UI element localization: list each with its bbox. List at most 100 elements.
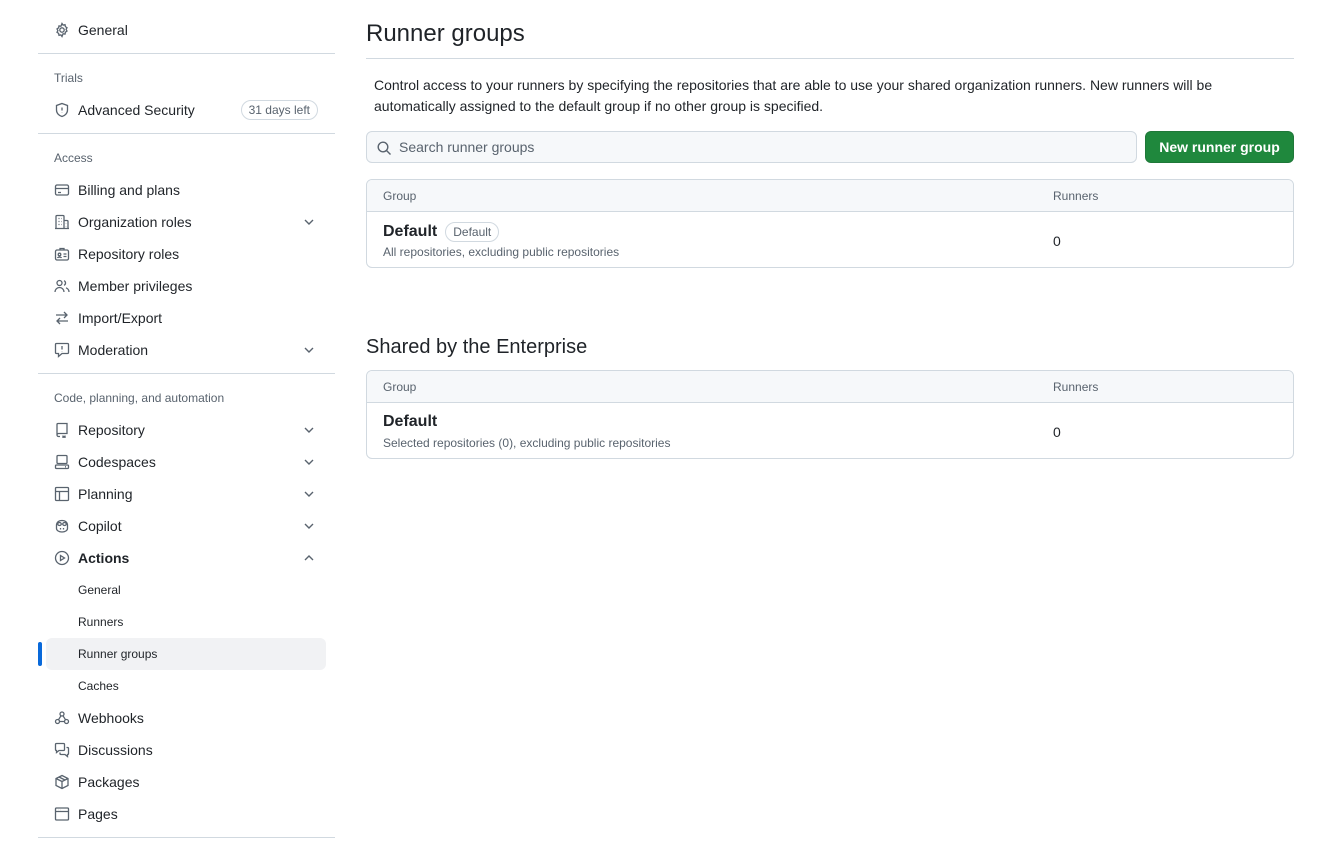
sidebar-item-label: Actions bbox=[78, 550, 130, 566]
section-label-code: Code, planning, and automation bbox=[54, 391, 225, 405]
chevron-down-icon[interactable] bbox=[301, 422, 317, 438]
copilot-icon bbox=[54, 518, 70, 534]
sidebar-item-label: Discussions bbox=[78, 742, 153, 758]
arrow-switch-icon bbox=[54, 310, 70, 326]
column-header-runners: Runners bbox=[1053, 189, 1099, 203]
package-icon bbox=[54, 774, 70, 790]
table-header: Group Runners bbox=[367, 180, 1293, 212]
id-badge-icon bbox=[54, 246, 70, 262]
gear-icon bbox=[54, 22, 70, 38]
people-icon bbox=[54, 278, 70, 294]
webhook-icon bbox=[54, 710, 70, 726]
chevron-down-icon[interactable] bbox=[301, 342, 317, 358]
divider bbox=[38, 53, 335, 54]
search-box bbox=[366, 131, 1137, 163]
page-title: Runner groups bbox=[366, 0, 1294, 59]
active-indicator bbox=[38, 642, 42, 666]
play-icon bbox=[54, 550, 70, 566]
codespaces-icon bbox=[54, 454, 70, 470]
sidebar-item-planning[interactable]: Planning bbox=[38, 478, 335, 510]
sidebar-subitem-runners[interactable]: Runners bbox=[38, 606, 335, 638]
shield-icon bbox=[54, 102, 70, 118]
sidebar-item-label: Pages bbox=[78, 806, 118, 822]
table-header: Group Runners bbox=[367, 371, 1293, 403]
table-row[interactable]: Default Default All repositories, exclud… bbox=[367, 212, 1293, 267]
search-icon bbox=[377, 141, 391, 155]
sidebar-item-import-export[interactable]: Import/Export bbox=[38, 302, 335, 334]
sidebar-item-advanced-security[interactable]: Advanced Security 31 days left bbox=[38, 94, 335, 126]
divider bbox=[38, 837, 335, 838]
sidebar-item-label: Import/Export bbox=[78, 310, 163, 326]
chevron-up-icon[interactable] bbox=[301, 550, 317, 566]
section-label-access: Access bbox=[54, 151, 93, 165]
sidebar-item-organization-roles[interactable]: Organization roles bbox=[38, 206, 335, 238]
trial-days-badge: 31 days left bbox=[240, 100, 318, 120]
sidebar-item-pages[interactable]: Pages bbox=[38, 798, 335, 830]
sidebar-item-packages[interactable]: Packages bbox=[38, 766, 335, 798]
sidebar-item-codespaces[interactable]: Codespaces bbox=[38, 446, 335, 478]
divider bbox=[38, 133, 335, 134]
new-runner-group-button[interactable]: New runner group bbox=[1145, 131, 1294, 163]
sidebar-item-moderation[interactable]: Moderation bbox=[38, 334, 335, 366]
sidebar-item-label: Planning bbox=[78, 486, 133, 502]
shared-runner-groups-table: Group Runners Default Selected repositor… bbox=[366, 370, 1294, 459]
runner-count: 0 bbox=[1053, 233, 1061, 249]
shared-section-title: Shared by the Enterprise bbox=[366, 336, 588, 358]
group-name-link[interactable]: Default bbox=[383, 223, 437, 241]
main-content: Runner groups Control access to your run… bbox=[366, 0, 1294, 459]
section-label-trials: Trials bbox=[54, 71, 83, 85]
sidebar-subitem-label: General bbox=[78, 583, 121, 597]
divider bbox=[38, 373, 335, 374]
sidebar-item-label: Member privileges bbox=[78, 278, 193, 294]
sidebar-item-billing[interactable]: Billing and plans bbox=[38, 174, 335, 206]
organization-icon bbox=[54, 214, 70, 230]
chevron-down-icon[interactable] bbox=[301, 454, 317, 470]
chevron-down-icon[interactable] bbox=[301, 486, 317, 502]
browser-icon bbox=[54, 806, 70, 822]
sidebar-item-copilot[interactable]: Copilot bbox=[38, 510, 335, 542]
sidebar-item-label: Advanced Security bbox=[78, 102, 195, 118]
chevron-down-icon[interactable] bbox=[301, 518, 317, 534]
sidebar-item-webhooks[interactable]: Webhooks bbox=[38, 702, 335, 734]
sidebar-item-repository[interactable]: Repository bbox=[38, 414, 335, 446]
search-row: New runner group bbox=[366, 131, 1294, 163]
column-header-runners: Runners bbox=[1053, 380, 1099, 394]
sidebar-item-label: Copilot bbox=[78, 518, 122, 534]
group-name-cell: Default bbox=[383, 413, 437, 431]
sidebar-item-label: Webhooks bbox=[78, 710, 144, 726]
sidebar-item-label: Moderation bbox=[78, 342, 149, 358]
sidebar-subitem-label: Caches bbox=[78, 679, 119, 693]
chevron-down-icon[interactable] bbox=[301, 214, 317, 230]
runner-groups-table: Group Runners Default Default All reposi… bbox=[366, 179, 1294, 268]
sidebar-subitem-runner-groups[interactable]: Runner groups bbox=[38, 638, 326, 670]
report-icon bbox=[54, 342, 70, 358]
runner-count: 0 bbox=[1053, 424, 1061, 440]
table-icon bbox=[54, 486, 70, 502]
column-header-group: Group bbox=[383, 380, 417, 394]
sidebar-item-discussions[interactable]: Discussions bbox=[38, 734, 335, 766]
sidebar-item-label: Codespaces bbox=[78, 454, 156, 470]
table-row[interactable]: Default Selected repositories (0), exclu… bbox=[367, 403, 1293, 458]
sidebar-subitem-general[interactable]: General bbox=[38, 574, 335, 606]
sidebar-item-actions[interactable]: Actions bbox=[38, 542, 335, 574]
comment-discussion-icon bbox=[54, 742, 70, 758]
sidebar-item-label: Repository bbox=[78, 422, 145, 438]
column-header-group: Group bbox=[383, 189, 417, 203]
sidebar-item-label: Organization roles bbox=[78, 214, 192, 230]
settings-sidebar: General Trials Advanced Security 31 days… bbox=[38, 14, 335, 841]
group-name-cell: Default Default bbox=[383, 222, 500, 242]
sidebar-item-repository-roles[interactable]: Repository roles bbox=[38, 238, 335, 270]
credit-card-icon bbox=[54, 182, 70, 198]
search-input[interactable] bbox=[367, 132, 1136, 162]
sidebar-subitem-caches[interactable]: Caches bbox=[38, 670, 335, 702]
sidebar-item-label: Repository roles bbox=[78, 246, 180, 262]
sidebar-subitem-label: Runners bbox=[78, 615, 124, 629]
group-access-description: All repositories, excluding public repos… bbox=[383, 245, 620, 259]
sidebar-item-general[interactable]: General bbox=[38, 14, 335, 46]
repo-icon bbox=[54, 422, 70, 438]
sidebar-item-label: General bbox=[78, 22, 128, 38]
sidebar-item-label: Billing and plans bbox=[78, 182, 180, 198]
sidebar-item-member-privileges[interactable]: Member privileges bbox=[38, 270, 335, 302]
sidebar-item-label: Packages bbox=[78, 774, 140, 790]
group-name-link[interactable]: Default bbox=[383, 413, 437, 431]
